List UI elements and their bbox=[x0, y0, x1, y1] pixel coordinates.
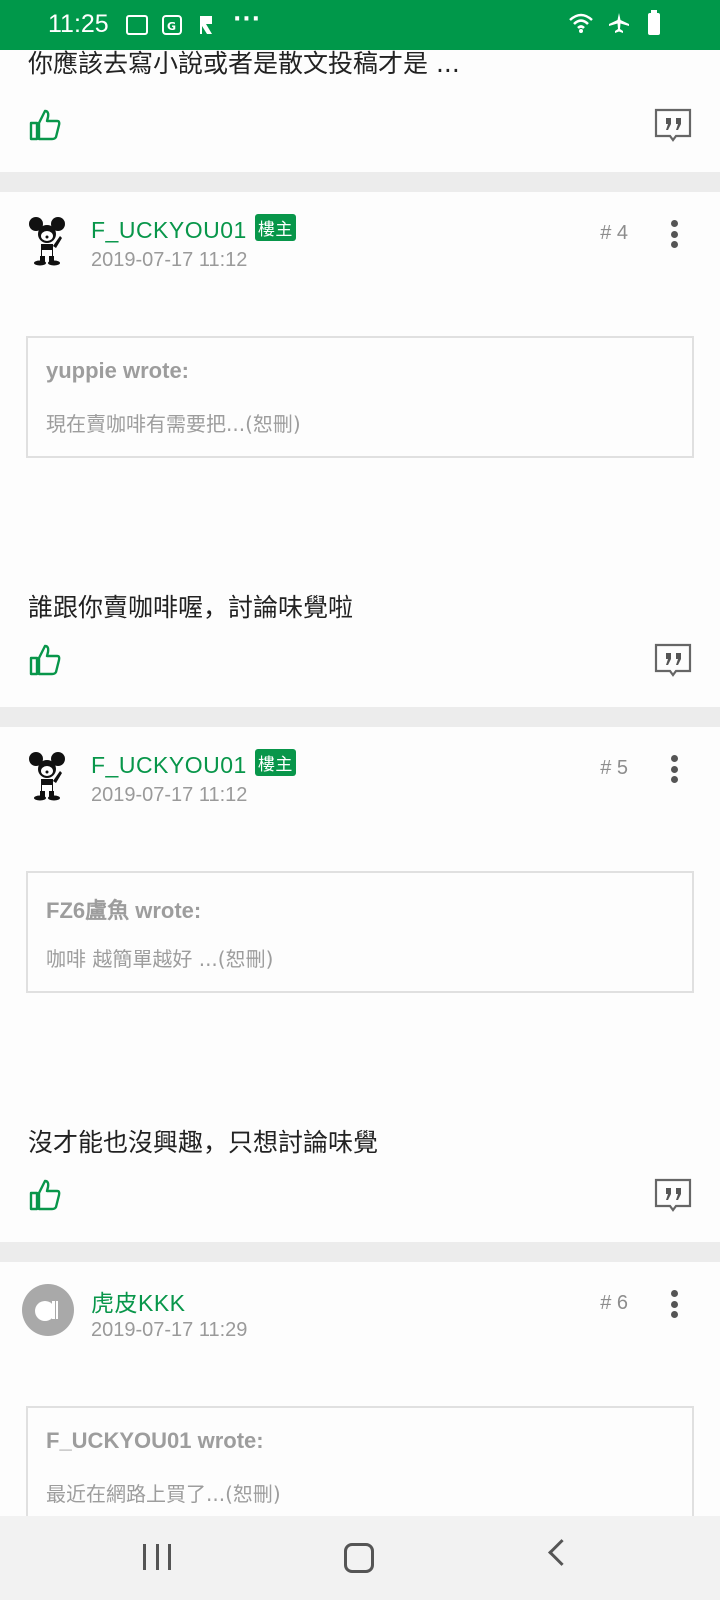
post-actions bbox=[0, 627, 720, 707]
username-text[interactable]: F_UCKYOU01 bbox=[91, 217, 247, 243]
quote-author: F_UCKYOU01 wrote: bbox=[46, 1428, 264, 1453]
username-text[interactable]: F_UCKYOU01 bbox=[91, 752, 247, 778]
username[interactable]: F_UCKYOU01 樓主 bbox=[91, 214, 296, 244]
svg-text:G: G bbox=[167, 20, 176, 33]
username[interactable]: 虎皮KKK bbox=[91, 1284, 186, 1318]
post-date: 2019-07-17 11:12 bbox=[91, 784, 248, 806]
user-avatar[interactable] bbox=[22, 214, 74, 266]
home-icon[interactable] bbox=[344, 1543, 374, 1573]
post-feed[interactable]: 你應該去寫小說或者是散文投稿才是 ... F_UCKYOU01 樓主 2019-… bbox=[0, 50, 720, 1562]
recent-apps-icon[interactable] bbox=[143, 1544, 171, 1570]
like-icon[interactable] bbox=[28, 1178, 62, 1212]
quote-text: 最近在網路上買了...(恕刪) bbox=[46, 1482, 281, 1506]
quote-text: 咖啡 越簡單越好 ...(恕刪) bbox=[46, 947, 274, 971]
back-icon[interactable] bbox=[548, 1539, 575, 1566]
username[interactable]: F_UCKYOU01 樓主 bbox=[91, 749, 296, 779]
post-body: 你應該去寫小說或者是散文投稿才是 ... bbox=[28, 50, 460, 78]
post-actions bbox=[0, 100, 720, 172]
post-date: 2019-07-17 11:29 bbox=[91, 1319, 248, 1341]
floor-number: # 5 bbox=[600, 757, 628, 779]
quote-block[interactable]: FZ6盧魚 wrote: 咖啡 越簡單越好 ...(恕刪) bbox=[26, 871, 694, 993]
floor-number: # 6 bbox=[600, 1292, 628, 1314]
more-notifications-icon: ··· bbox=[232, 6, 262, 32]
op-badge: 樓主 bbox=[254, 749, 296, 776]
quote-block[interactable]: F_UCKYOU01 wrote: 最近在網路上買了...(恕刪) bbox=[26, 1406, 694, 1528]
quote-reply-icon[interactable] bbox=[654, 643, 692, 677]
post-item: 你應該去寫小說或者是散文投稿才是 ... bbox=[0, 50, 720, 172]
wifi-icon bbox=[568, 12, 594, 38]
username-text[interactable]: 虎皮KKK bbox=[91, 1290, 186, 1316]
post-header: 虎皮KKK 2019-07-17 11:29 # 6 bbox=[0, 1262, 720, 1382]
post-header: F_UCKYOU01 樓主 2019-07-17 11:12 # 4 bbox=[0, 192, 720, 312]
post-body: 誰跟你賣咖啡喔，討論味覺啦 bbox=[28, 593, 354, 622]
post-header: F_UCKYOU01 樓主 2019-07-17 11:12 # 5 bbox=[0, 727, 720, 847]
post-date: 2019-07-17 11:12 bbox=[91, 249, 248, 271]
post-divider bbox=[0, 1242, 720, 1262]
op-badge: 樓主 bbox=[254, 214, 296, 241]
more-options-icon[interactable] bbox=[670, 755, 678, 783]
status-bar: 11:25 G ··· bbox=[0, 0, 720, 50]
quote-reply-icon[interactable] bbox=[654, 108, 692, 142]
status-time: 11:25 bbox=[48, 10, 109, 38]
maps-icon: G bbox=[161, 14, 183, 36]
floor-number: # 4 bbox=[600, 222, 628, 244]
like-icon[interactable] bbox=[28, 643, 62, 677]
quote-author: FZ6盧魚 wrote: bbox=[46, 898, 202, 923]
system-nav-bar bbox=[0, 1516, 720, 1600]
quote-author: yuppie wrote: bbox=[46, 358, 190, 383]
post-item: F_UCKYOU01 樓主 2019-07-17 11:12 # 4 yuppie… bbox=[0, 192, 720, 707]
airplane-mode-icon bbox=[608, 12, 630, 38]
post-divider bbox=[0, 172, 720, 192]
app-icon bbox=[196, 14, 218, 36]
post-actions bbox=[0, 1162, 720, 1242]
battery-icon bbox=[648, 10, 660, 35]
post-item: F_UCKYOU01 樓主 2019-07-17 11:12 # 5 FZ6盧魚 … bbox=[0, 727, 720, 1242]
quote-text: 現在賣咖啡有需要把...(恕刪) bbox=[46, 412, 301, 436]
gallery-icon bbox=[126, 15, 148, 35]
quote-reply-icon[interactable] bbox=[654, 1178, 692, 1212]
post-divider bbox=[0, 707, 720, 727]
user-avatar[interactable] bbox=[22, 749, 74, 801]
post-body: 沒才能也沒興趣，只想討論味覺 bbox=[28, 1128, 379, 1157]
user-avatar[interactable] bbox=[22, 1284, 74, 1336]
quote-block[interactable]: yuppie wrote: 現在賣咖啡有需要把...(恕刪) bbox=[26, 336, 694, 458]
more-options-icon[interactable] bbox=[670, 1290, 678, 1318]
more-options-icon[interactable] bbox=[670, 220, 678, 248]
like-icon[interactable] bbox=[28, 108, 62, 142]
